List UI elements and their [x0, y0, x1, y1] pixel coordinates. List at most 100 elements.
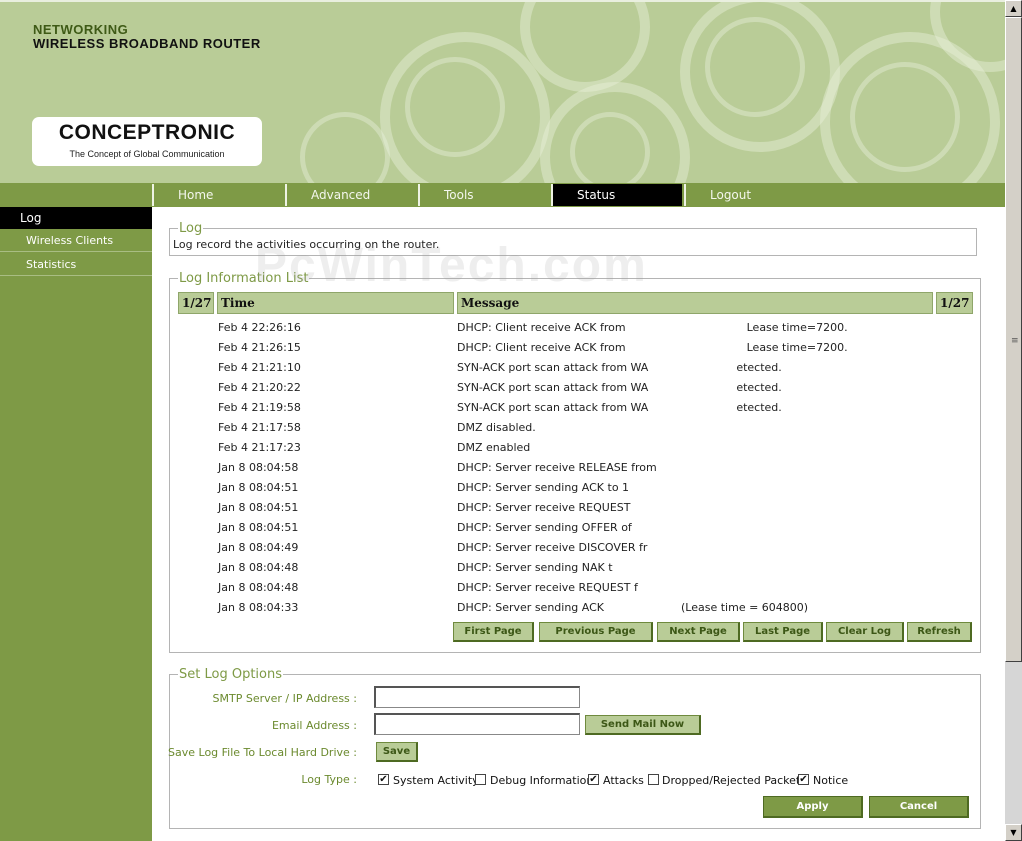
decor-ring — [570, 112, 650, 183]
scrollbar-thumb[interactable]: ≡ — [1005, 17, 1022, 662]
log-section: Log Log record the activities occurring … — [169, 221, 977, 256]
tab-status[interactable]: Status — [551, 184, 682, 206]
row-message: DHCP: Client receive ACK from Lease time… — [457, 341, 848, 354]
table-row: Jan 8 08:04:48 DHCP: Server receive REQU… — [152, 581, 982, 595]
column-header-message: Message — [457, 292, 933, 314]
row-message: DMZ enabled — [457, 441, 531, 454]
dropped-packets-checkbox[interactable] — [648, 774, 659, 785]
table-row: Jan 8 08:04:48 DHCP: Server sending NAK … — [152, 561, 982, 575]
sidebar-item-wireless-clients[interactable]: Wireless Clients — [0, 230, 152, 252]
scroll-up-icon[interactable]: ▲ — [1005, 0, 1022, 17]
vertical-scrollbar[interactable]: ▲ ≡ ▼ — [1005, 0, 1022, 841]
email-address-label: Email Address : — [271, 719, 357, 732]
grip-icon: ≡ — [1011, 336, 1019, 346]
decor-ring — [850, 62, 960, 172]
row-message: DMZ disabled. — [457, 421, 536, 434]
tab-logout[interactable]: Logout — [684, 184, 815, 206]
scroll-down-icon[interactable]: ▼ — [1005, 824, 1022, 841]
log-list-title: Log Information List — [179, 271, 309, 286]
logo-name: CONCEPTRONIC — [58, 121, 236, 144]
row-message: SYN-ACK port scan attack from WA etected… — [457, 361, 782, 374]
notice-label: Notice — [813, 774, 849, 787]
table-row: Jan 8 08:04:51 DHCP: Server receive REQU… — [152, 501, 982, 515]
row-message: DHCP: Server sending ACK to 1 — [457, 481, 630, 494]
log-description: Log record the activities occurring on t… — [173, 238, 440, 251]
conceptronic-logo: CONCEPTRONIC The Concept of Global Commu… — [32, 117, 262, 166]
tab-home[interactable]: Home — [152, 184, 283, 206]
row-time: Jan 8 08:04:51 — [218, 501, 299, 514]
smtp-server-input[interactable] — [374, 686, 580, 708]
last-page-button[interactable]: Last Page — [743, 622, 823, 642]
row-time: Jan 8 08:04:48 — [218, 561, 299, 574]
sidebar-item-log[interactable]: Log — [0, 207, 152, 229]
row-message: DHCP: Client receive ACK from Lease time… — [457, 321, 848, 334]
attacks-checkbox[interactable]: ✔ — [588, 774, 599, 785]
logo-tagline: The Concept of Global Communication — [69, 149, 225, 159]
email-address-input[interactable] — [374, 713, 580, 735]
tab-tools[interactable]: Tools — [418, 184, 549, 206]
previous-page-button[interactable]: Previous Page — [539, 622, 653, 642]
row-time: Feb 4 21:26:15 — [218, 341, 301, 354]
row-time: Jan 8 08:04:48 — [218, 581, 299, 594]
row-time: Feb 4 21:19:58 — [218, 401, 301, 414]
main-content: Log Log record the activities occurring … — [152, 207, 1005, 841]
system-activity-checkbox[interactable]: ✔ — [378, 774, 389, 785]
table-row: Feb 4 21:26:15 DHCP: Client receive ACK … — [152, 341, 982, 355]
table-row: Jan 8 08:04:49 DHCP: Server receive DISC… — [152, 541, 982, 555]
next-page-button[interactable]: Next Page — [657, 622, 740, 642]
page-indicator-left: 1/27 — [178, 292, 214, 314]
debug-information-label: Debug Information — [490, 774, 594, 787]
table-row: Feb 4 21:17:58 DMZ disabled. — [152, 421, 982, 435]
save-log-label: Save Log File To Local Hard Drive : — [168, 746, 357, 759]
table-row: Feb 4 21:20:22 SYN-ACK port scan attack … — [152, 381, 982, 395]
decor-ring — [705, 17, 805, 117]
row-message: DHCP: Server sending OFFER of — [457, 521, 632, 534]
row-message: DHCP: Server receive DISCOVER fr — [457, 541, 648, 554]
tab-advanced[interactable]: Advanced — [285, 184, 416, 206]
row-message: SYN-ACK port scan attack from WA etected… — [457, 381, 782, 394]
page-header: NETWORKING WIRELESS BROADBAND ROUTER CON… — [0, 0, 1005, 183]
sidebar-item-statistics[interactable]: Statistics — [0, 254, 152, 276]
attacks-label: Attacks — [603, 774, 644, 787]
table-row: Feb 4 21:19:58 SYN-ACK port scan attack … — [152, 401, 982, 415]
row-time: Feb 4 22:26:16 — [218, 321, 301, 334]
row-time: Jan 8 08:04:49 — [218, 541, 299, 554]
log-section-title: Log — [179, 221, 203, 236]
top-nav: Home Advanced Tools Status Logout — [0, 183, 1005, 207]
table-row: Feb 4 21:17:23 DMZ enabled — [152, 441, 982, 455]
cancel-button[interactable]: Cancel — [869, 796, 969, 818]
sidebar: Log Wireless Clients Statistics — [0, 207, 152, 841]
row-time: Jan 8 08:04:33 — [218, 601, 299, 614]
decor-ring — [405, 57, 505, 157]
send-mail-now-button[interactable]: Send Mail Now — [585, 715, 701, 735]
brand-product-name: WIRELESS BROADBAND ROUTER — [33, 36, 261, 51]
row-time: Jan 8 08:04:51 — [218, 521, 299, 534]
log-options-title: Set Log Options — [179, 667, 282, 682]
table-row: Jan 8 08:04:51 DHCP: Server sending OFFE… — [152, 521, 982, 535]
brand-networking: NETWORKING — [33, 22, 129, 37]
log-type-label: Log Type : — [301, 773, 357, 786]
row-time: Feb 4 21:17:58 — [218, 421, 301, 434]
page-indicator-right: 1/27 — [936, 292, 973, 314]
first-page-button[interactable]: First Page — [453, 622, 534, 642]
dropped-packets-label: Dropped/Rejected Packets — [662, 774, 806, 787]
table-row: Jan 8 08:04:33 DHCP: Server sending ACK … — [152, 601, 982, 615]
table-row: Jan 8 08:04:58 DHCP: Server receive RELE… — [152, 461, 982, 475]
notice-checkbox[interactable]: ✔ — [798, 774, 809, 785]
row-time: Jan 8 08:04:58 — [218, 461, 299, 474]
debug-information-checkbox[interactable] — [475, 774, 486, 785]
refresh-button[interactable]: Refresh — [907, 622, 972, 642]
row-message: DHCP: Server receive RELEASE from — [457, 461, 657, 474]
smtp-server-label: SMTP Server / IP Address : — [212, 692, 357, 705]
table-row: Feb 4 22:26:16 DHCP: Client receive ACK … — [152, 321, 982, 335]
row-message: DHCP: Server receive REQUEST — [457, 501, 631, 514]
save-log-button[interactable]: Save — [376, 742, 418, 762]
row-time: Feb 4 21:21:10 — [218, 361, 301, 374]
decor-ring — [300, 112, 390, 183]
apply-button[interactable]: Apply — [763, 796, 863, 818]
clear-log-button[interactable]: Clear Log — [826, 622, 904, 642]
system-activity-label: System Activity — [393, 774, 479, 787]
column-header-time: Time — [217, 292, 454, 314]
row-message: DHCP: Server receive REQUEST f — [457, 581, 638, 594]
table-row: Jan 8 08:04:51 DHCP: Server sending ACK … — [152, 481, 982, 495]
